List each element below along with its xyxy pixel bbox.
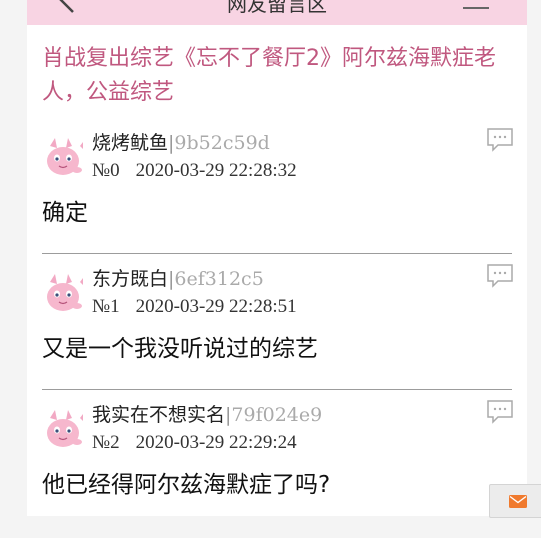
divider xyxy=(42,389,512,390)
post-number: №1 xyxy=(92,296,120,317)
user-id: 9b52c59d xyxy=(174,132,270,154)
thread-title[interactable]: 肖战复出综艺《忘不了餐厅2》阿尔兹海默症老人，公益综艺 xyxy=(42,42,512,110)
author-name[interactable]: 我实在不想实名 xyxy=(92,404,225,426)
author-name[interactable]: 东方既白 xyxy=(92,268,168,290)
speech-bubble-icon[interactable] xyxy=(486,399,514,425)
post-timestamp: 2020-03-29 22:29:24 xyxy=(135,432,297,453)
user-id: 6ef312c5 xyxy=(174,268,264,290)
user-id: 79f024e9 xyxy=(231,404,323,426)
post-number: №2 xyxy=(92,432,120,453)
author-line: 东方既白|6ef312c5 xyxy=(92,266,264,292)
hamburger-menu-icon[interactable] xyxy=(461,0,491,12)
post-content: 又是一个我没听说过的综艺 xyxy=(42,336,318,362)
post-number: №0 xyxy=(92,160,120,181)
divider xyxy=(42,253,512,254)
author-name[interactable]: 烧烤鱿鱼 xyxy=(92,132,168,154)
post-timestamp: 2020-03-29 22:28:32 xyxy=(135,160,297,181)
mail-button[interactable] xyxy=(489,484,541,518)
speech-bubble-icon[interactable] xyxy=(486,263,514,289)
post-timestamp: 2020-03-29 22:28:51 xyxy=(135,296,297,317)
post-meta: №2 2020-03-29 22:29:24 xyxy=(92,430,297,456)
post-item: 我实在不想实名|79f024e9 №2 2020-03-29 22:29:24 他… xyxy=(42,399,514,538)
author-line: 我实在不想实名|79f024e9 xyxy=(92,402,322,428)
thread-card: 肖战复出综艺《忘不了餐厅2》阿尔兹海默症老人，公益综艺 烧烤鱿鱼|9b52c59… xyxy=(27,25,527,516)
author-line: 烧烤鱿鱼|9b52c59d xyxy=(92,130,270,156)
avatar[interactable] xyxy=(42,136,86,180)
page-title: 网友留言区 xyxy=(227,0,327,16)
post-content: 确定 xyxy=(42,200,88,226)
post-item: 烧烤鱿鱼|9b52c59d №0 2020-03-29 22:28:32 确定 xyxy=(42,127,514,266)
avatar[interactable] xyxy=(42,272,86,316)
speech-bubble-icon[interactable] xyxy=(486,127,514,153)
post-meta: №0 2020-03-29 22:28:32 xyxy=(92,158,297,184)
post-item: 东方既白|6ef312c5 №1 2020-03-29 22:28:51 又是一个… xyxy=(42,263,514,402)
post-meta: №1 2020-03-29 22:28:51 xyxy=(92,294,297,320)
top-bar: 网友留言区 xyxy=(27,0,527,25)
avatar[interactable] xyxy=(42,408,86,452)
post-content: 他已经得阿尔兹海默症了吗? xyxy=(42,472,331,498)
mail-icon xyxy=(509,495,527,508)
